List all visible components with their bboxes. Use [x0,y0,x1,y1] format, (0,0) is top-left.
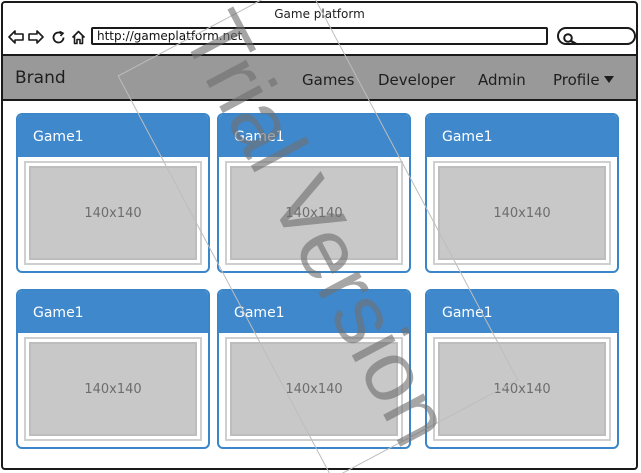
image-placeholder-label: 140x140 [438,166,606,260]
card-title: Game1 [18,291,208,333]
window-title: Game platform [274,7,365,21]
brand-link[interactable]: Brand [15,56,66,100]
card-title: Game1 [427,291,617,333]
image-placeholder-label: 140x140 [29,166,197,260]
nav-item-profile[interactable]: Profile [553,56,600,104]
reload-icon[interactable] [49,28,67,46]
nav-item-developer[interactable]: Developer [378,56,455,104]
game-card[interactable]: Game1 140x140 [16,289,210,449]
game-card[interactable]: Game1 140x140 [217,113,411,273]
search-icon [563,30,577,49]
browser-window: Game platform Brand Games Developer Admi… [1,1,638,470]
nav-item-games[interactable]: Games [302,56,354,104]
card-title: Game1 [219,115,409,157]
image-placeholder-label: 140x140 [29,342,197,436]
search-field[interactable] [557,27,636,45]
image-placeholder-label: 140x140 [438,342,606,436]
image-placeholder: 140x140 [433,337,611,441]
home-icon[interactable] [69,28,87,46]
game-card[interactable]: Game1 140x140 [425,113,619,273]
forward-icon[interactable] [27,28,45,46]
nav-item-admin[interactable]: Admin [478,56,526,104]
game-card[interactable]: Game1 140x140 [425,289,619,449]
top-navbar: Brand Games Developer Admin Profile [3,54,636,101]
back-icon[interactable] [7,28,25,46]
browser-toolbar [3,25,636,51]
address-bar[interactable] [91,27,548,45]
image-placeholder-label: 140x140 [230,166,398,260]
game-card[interactable]: Game1 140x140 [16,113,210,273]
image-placeholder: 140x140 [24,337,202,441]
image-placeholder: 140x140 [433,161,611,265]
game-card[interactable]: Game1 140x140 [217,289,411,449]
image-placeholder: 140x140 [225,161,403,265]
image-placeholder: 140x140 [24,161,202,265]
card-title: Game1 [219,291,409,333]
dropdown-caret-icon[interactable] [604,76,614,83]
image-placeholder: 140x140 [225,337,403,441]
card-title: Game1 [18,115,208,157]
image-placeholder-label: 140x140 [230,342,398,436]
card-title: Game1 [427,115,617,157]
